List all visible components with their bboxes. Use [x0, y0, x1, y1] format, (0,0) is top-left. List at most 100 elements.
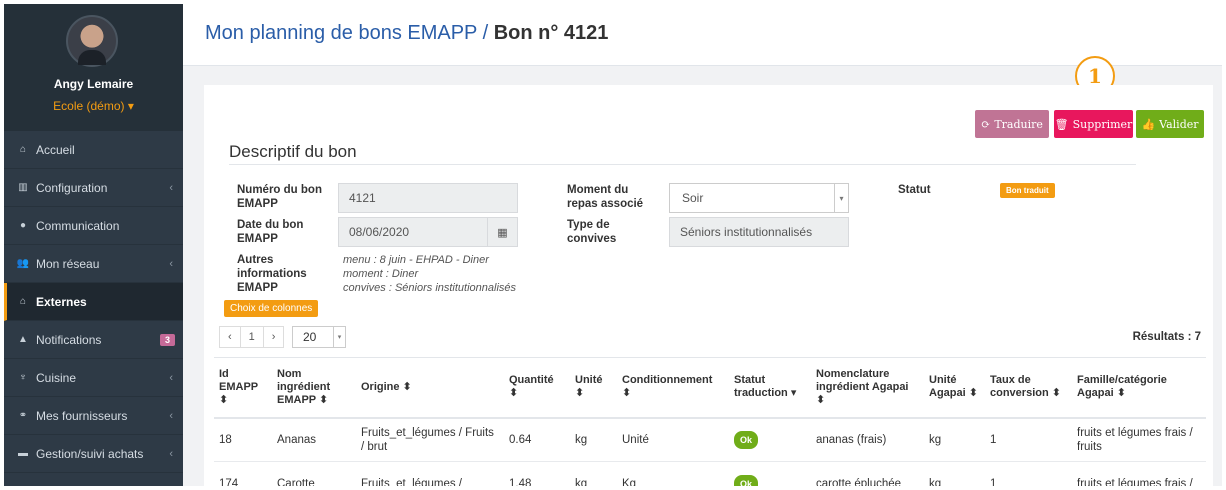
handshake-icon: ⚭ [18, 410, 28, 421]
table-cell: ananas (frais) [811, 417, 924, 462]
bell-icon: ▲ [18, 334, 28, 345]
sidebar-item-2[interactable]: ● Communication [4, 207, 183, 245]
thumbs-up-icon: 👍 [1141, 117, 1156, 131]
sidebar-item-6[interactable]: ♆ Cuisine ‹ [4, 359, 183, 397]
title-voucher-number: Bon n° 4121 [493, 22, 609, 44]
table-row[interactable]: 174 Carotte Fruits_et_légumes /1.48 kg Kg Ok c… [214, 461, 1206, 486]
guest-type-field: Séniors institutionnalisés [669, 217, 849, 247]
chevron-down-icon: ▾ [333, 327, 345, 347]
app-frame: Angy Lemaire Ecole (démo) ▾ ⌂ Accueil ▥ Con… [4, 4, 1222, 486]
table-cell: Ok [729, 461, 811, 486]
translate-button[interactable]: ⟳ Traduire [975, 110, 1049, 138]
sidebar-item-8[interactable]: ▬ Gestion/suivi achats ‹ [4, 435, 183, 473]
meal-moment-label: Moment du repas associé [567, 184, 644, 210]
chevron-left-icon: ‹ [169, 409, 173, 422]
next-page-button[interactable]: › [264, 327, 284, 347]
table-cell: Carotte [272, 461, 356, 486]
table-cell: 1.48 [504, 461, 570, 486]
column-header[interactable]: Origine ⬍ [356, 357, 504, 419]
page-number[interactable]: 1 [241, 327, 264, 347]
page-header: Mon planning de bons EMAPP / Bon n° 4121 [183, 4, 1222, 66]
utensils-icon: ♆ [19, 372, 27, 383]
table-cell: carotte épluchée [811, 461, 924, 486]
sidebar: Angy Lemaire Ecole (démo) ▾ ⌂ Accueil ▥ Con… [4, 4, 183, 486]
table-cell: Ananas [272, 417, 356, 462]
column-header[interactable]: Nom ingrédient EMAPP ⬍ [272, 357, 356, 419]
sidebar-item-4[interactable]: ⌂ Externes [4, 283, 183, 321]
table-cell: 1 [985, 461, 1072, 486]
table-cell: fruits et légumes frais / fruits [1072, 417, 1206, 462]
sidebar-item-1[interactable]: ▥ Configuration ‹ [4, 169, 183, 207]
sidebar-item-label: Cuisine [36, 370, 77, 385]
column-header[interactable]: Statut traduction ▾ [729, 357, 811, 419]
ingredients-table: Id EMAPP ⬍ Nom ingrédient EMAPP ⬍ Origine … [214, 357, 1206, 486]
users-icon: 👥 [16, 258, 30, 269]
table-cell: kg [924, 461, 985, 486]
trash-icon: 🗑 [1054, 117, 1069, 131]
guest-type-label: Type de convives [567, 219, 617, 245]
table-cell: 174 [214, 461, 272, 486]
sidebar-item-label: Gestion/suivi achats [36, 446, 144, 461]
translation-status-badge: Ok [734, 474, 759, 486]
table-cell: Fruits_et_légumes / [356, 461, 504, 486]
sidebar-item-3[interactable]: 👥 Mon réseau ‹ [4, 245, 183, 283]
sidebar-item-label: Notifications [36, 332, 102, 347]
table-header-row: Id EMAPP ⬍ Nom ingrédient EMAPP ⬍ Origine … [214, 357, 1206, 419]
status-label: Statut [898, 184, 931, 196]
voucher-panel: ⟳ Traduire 🗑 Supprimer 👍 Valider Descriptif… [204, 85, 1213, 486]
table-cell: kg [570, 461, 617, 486]
comments-icon: ● [19, 220, 27, 231]
sidebar-item-7[interactable]: ⚭ Mes fournisseurs ‹ [4, 397, 183, 435]
sidebar-item-label: Communication [36, 218, 120, 233]
column-header[interactable]: Id EMAPP ⬍ [214, 357, 272, 419]
chevron-down-icon: ▾ [834, 184, 848, 212]
page-size-select[interactable]: 20 ▾ [292, 326, 346, 348]
sidebar-item-label: Mon réseau [36, 256, 100, 271]
home-icon: ⌂ [19, 296, 27, 307]
avatar[interactable] [66, 15, 118, 67]
chevron-left-icon: ‹ [169, 447, 173, 460]
column-header[interactable]: Famille/catégorie Agapai ⬍ [1072, 357, 1206, 419]
table-row[interactable]: 18 Ananas Fruits_et_légumes / Fruits / bru… [214, 417, 1206, 462]
column-header[interactable]: Unité ⬍ [570, 357, 617, 419]
column-header[interactable]: Nomenclature ingrédient Agapai ⬍ [811, 357, 924, 419]
voucher-number-label: Numéro du bon EMAPP [237, 184, 322, 210]
prev-page-button[interactable]: ‹ [220, 327, 241, 347]
voucher-number-field: 4121 [338, 183, 518, 213]
meal-moment-select[interactable]: Soir ▾ [669, 183, 849, 213]
table-cell: Ok [729, 417, 811, 462]
column-header[interactable]: Unité Agapai ⬍ [924, 357, 985, 419]
sidebar-item-0[interactable]: ⌂ Accueil [4, 131, 183, 169]
chevron-left-icon: ‹ [169, 257, 173, 270]
voucher-date-field[interactable]: 08/06/2020 ▦ [338, 217, 518, 247]
validate-button[interactable]: 👍 Valider [1136, 110, 1204, 138]
column-header[interactable]: Quantité ⬍ [504, 357, 570, 419]
school-selector[interactable]: Ecole (démo) ▾ [4, 99, 183, 113]
table-cell: kg [570, 417, 617, 462]
other-info-text: menu : 8 juin - EHPAD - Diner moment : D… [343, 254, 517, 294]
sidebar-menu: ⌂ Accueil ▥ Configuration ‹ ● Communication 👥 Mo… [4, 131, 183, 473]
translation-status-badge: Ok [734, 430, 759, 449]
sidebar-item-label: Configuration [36, 180, 108, 195]
other-info-label: Autres informations EMAPP [237, 254, 307, 294]
table-cell: Fruits_et_légumes / Fruits / brut [356, 417, 504, 462]
notification-count-badge: 3 [159, 333, 175, 346]
column-chooser-button[interactable]: Choix de colonnes [224, 300, 319, 317]
status-badge: Bon traduit [1000, 183, 1055, 198]
column-header[interactable]: Conditionnement ⬍ [617, 357, 729, 419]
delete-button[interactable]: 🗑 Supprimer [1054, 110, 1133, 138]
table-cell: Unité [617, 417, 729, 462]
title-prefix: Mon planning de bons EMAPP / [205, 22, 494, 44]
section-title: Descriptif du bon [229, 142, 357, 161]
voucher-date-label: Date du bon EMAPP [237, 219, 304, 245]
calendar-icon[interactable]: ▦ [487, 218, 517, 246]
cart-icon: ▬ [18, 448, 28, 459]
table-cell: 18 [214, 417, 272, 462]
column-header[interactable]: Taux de conversion ⬍ [985, 357, 1072, 419]
table-cell: 0.64 [504, 417, 570, 462]
table-cell: kg [924, 417, 985, 462]
pagination: ‹ 1 › [219, 326, 285, 348]
sidebar-item-5[interactable]: ▲ Notifications 3 [4, 321, 183, 359]
table-body: 18 Ananas Fruits_et_légumes / Fruits / bru… [214, 417, 1206, 486]
results-count: Résultats : 7 [1132, 331, 1201, 343]
